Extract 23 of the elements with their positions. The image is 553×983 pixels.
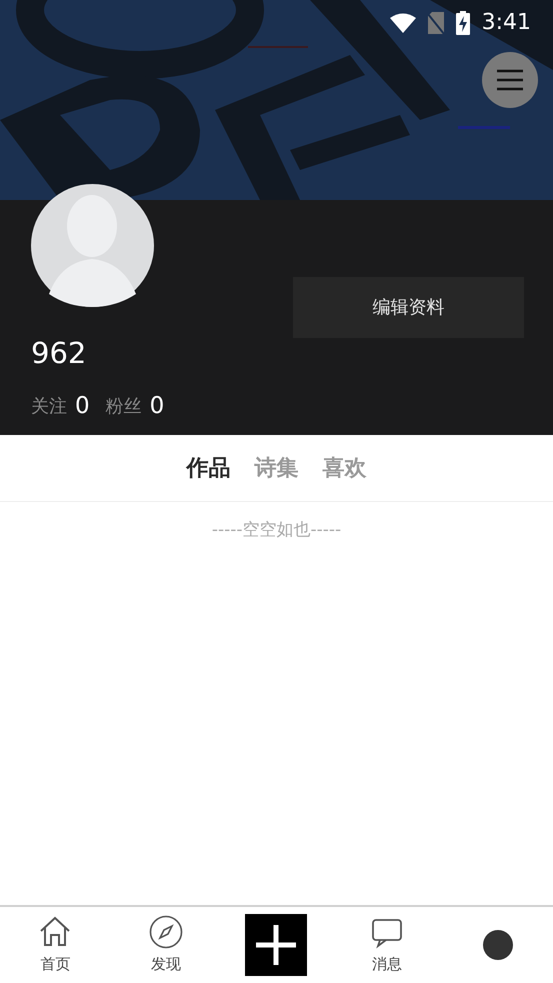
stat-label: 关注	[31, 395, 67, 419]
compass-icon	[148, 914, 183, 949]
stat-count: 0	[75, 392, 90, 420]
nav-label: 消息	[372, 954, 402, 975]
tab[interactable]: 作品	[186, 452, 230, 484]
add-button[interactable]	[245, 914, 308, 976]
nav-label: 首页	[40, 954, 70, 975]
nav-tab[interactable]: 消息	[332, 907, 442, 983]
menu-icon	[497, 69, 523, 91]
username: 962	[31, 335, 86, 372]
battery-icon	[456, 10, 470, 34]
edit-profile-button[interactable]: 编辑资料	[293, 277, 524, 338]
nav-label: 发现	[150, 954, 181, 975]
avatar-icon	[482, 930, 513, 960]
home-icon	[38, 914, 72, 949]
empty-message: -----空空如也-----	[212, 519, 342, 542]
wifi-icon	[390, 12, 416, 32]
plus-icon	[256, 925, 296, 965]
nav-tab[interactable]: 首页	[0, 907, 111, 983]
status-time: 3:41	[482, 9, 531, 37]
stat-count: 0	[150, 392, 164, 420]
stat-label: 粉丝	[106, 395, 142, 419]
nav-tab[interactable]: 发现	[110, 907, 222, 983]
